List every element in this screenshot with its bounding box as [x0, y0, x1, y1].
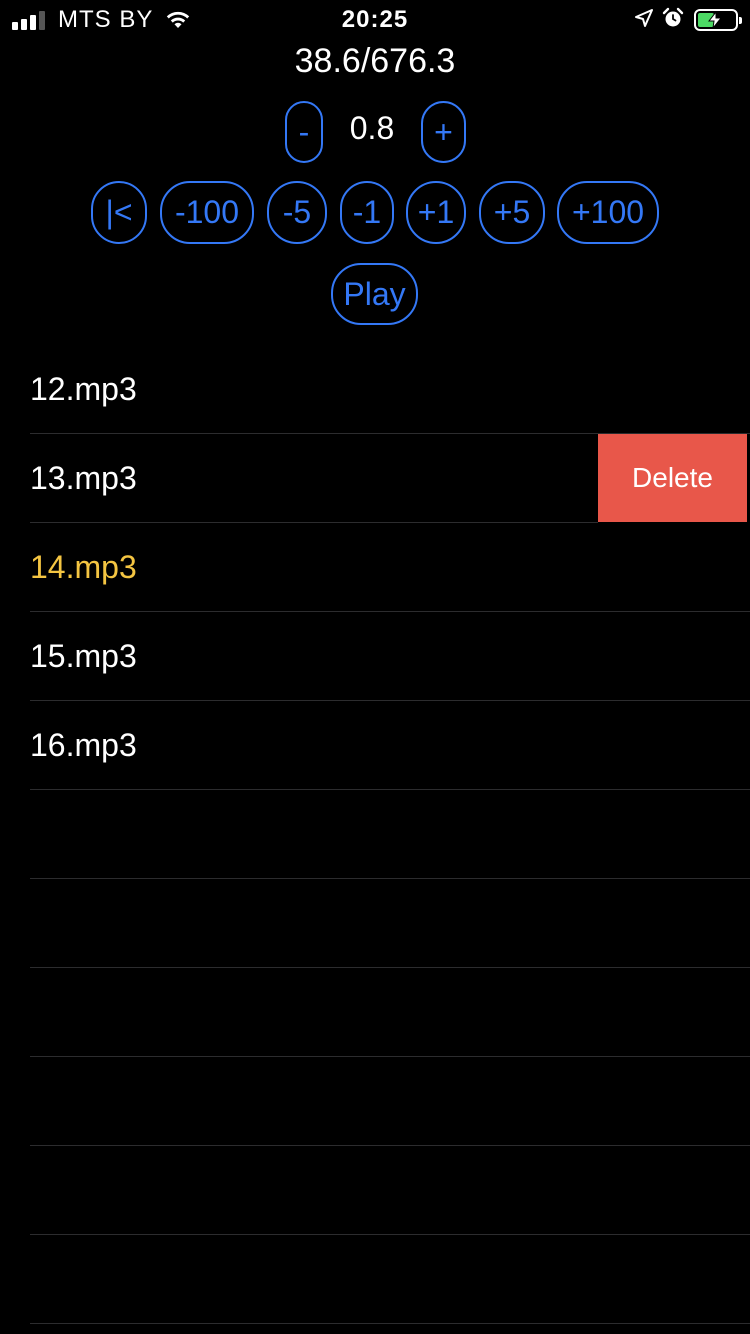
location-icon: [634, 8, 654, 33]
seek-forward-5-button[interactable]: +5: [479, 181, 545, 244]
speed-value: 0.8: [349, 110, 395, 146]
status-bar: MTS BY 20:25: [0, 0, 750, 40]
seek-start-button[interactable]: |<: [91, 181, 147, 244]
empty-row: [0, 968, 750, 1057]
delete-button[interactable]: Delete: [598, 434, 747, 522]
track-row[interactable]: 15.mp3: [0, 612, 750, 701]
seek-forward-1-button[interactable]: +1: [406, 181, 466, 244]
status-right: [626, 6, 742, 34]
track-name: 12.mp3: [30, 371, 137, 407]
empty-row: [0, 1235, 750, 1324]
empty-row: [0, 1057, 750, 1146]
empty-row: [0, 1146, 750, 1235]
seek-back-1-button[interactable]: -1: [340, 181, 394, 244]
row-divider: [30, 1323, 750, 1324]
track-row-current[interactable]: 14.mp3: [0, 523, 750, 612]
track-name: 15.mp3: [30, 638, 137, 674]
track-row[interactable]: 12.mp3: [0, 345, 750, 434]
track-name: 13.mp3: [30, 460, 137, 496]
speed-decrease-button[interactable]: -: [285, 101, 323, 163]
track-row[interactable]: 13.mp3 Delete: [0, 434, 750, 523]
track-name: 16.mp3: [30, 727, 137, 763]
seek-back-100-button[interactable]: -100: [160, 181, 254, 244]
position-readout: 38.6/676.3: [294, 42, 456, 80]
empty-row: [0, 790, 750, 879]
track-row[interactable]: 16.mp3: [0, 701, 750, 790]
battery-charging-icon: [694, 9, 742, 31]
empty-row: [0, 879, 750, 968]
seek-forward-100-button[interactable]: +100: [557, 181, 659, 244]
play-button[interactable]: Play: [331, 263, 418, 325]
speed-increase-button[interactable]: +: [421, 101, 466, 163]
track-list: 12.mp3 13.mp3 Delete 14.mp3 15.mp3 16.mp…: [0, 345, 750, 1324]
alarm-icon: [662, 7, 684, 34]
track-name: 14.mp3: [30, 549, 137, 585]
seek-back-5-button[interactable]: -5: [267, 181, 327, 244]
